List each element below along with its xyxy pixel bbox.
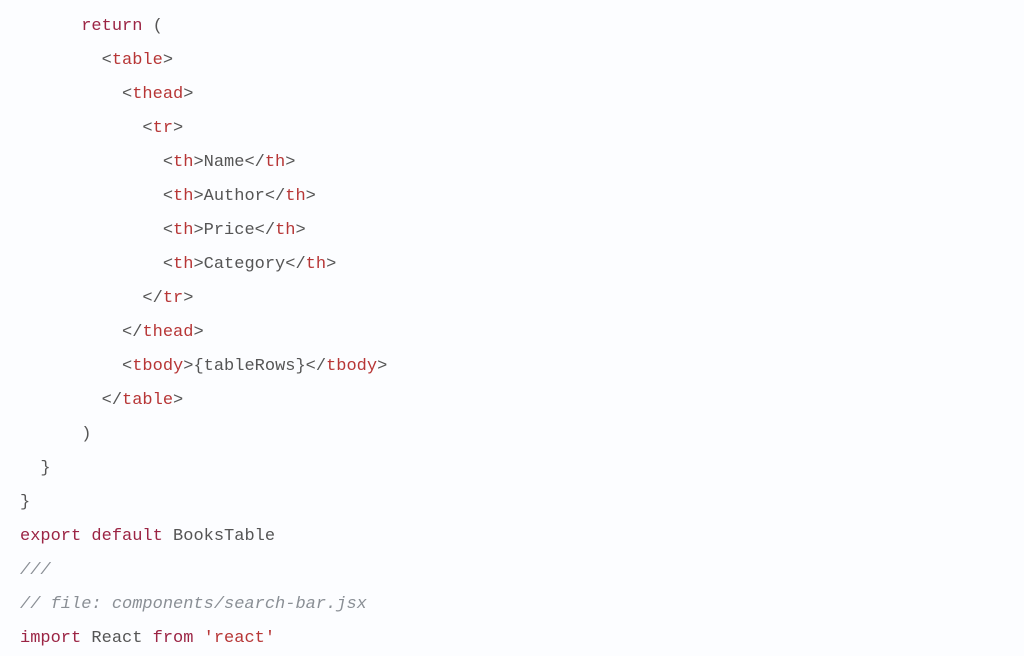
- token-punct: </: [265, 187, 285, 206]
- token-tag: thead: [142, 323, 193, 342]
- token-plain: }: [40, 459, 50, 478]
- token-punct: >: [183, 357, 193, 376]
- token-tag: table: [112, 51, 163, 70]
- token-plain: (: [142, 17, 162, 36]
- token-punct: >: [183, 289, 193, 308]
- token-kw: return: [81, 17, 142, 36]
- token-tag: tr: [163, 289, 183, 308]
- code-line: import React from 'react': [20, 622, 1004, 656]
- token-plain: Author: [204, 187, 265, 206]
- code-line: <th>Category</th>: [20, 248, 1004, 282]
- code-line: ): [20, 418, 1004, 452]
- code-line: }: [20, 486, 1004, 520]
- token-tag: th: [275, 221, 295, 240]
- token-punct: >: [326, 255, 336, 274]
- token-plain: ): [81, 425, 91, 444]
- token-tag: th: [173, 221, 193, 240]
- token-punct: >: [306, 187, 316, 206]
- code-line: </thead>: [20, 316, 1004, 350]
- code-line: </tr>: [20, 282, 1004, 316]
- token-punct: >: [183, 85, 193, 104]
- token-plain: Price: [204, 221, 255, 240]
- token-punct: <: [163, 221, 173, 240]
- token-punct: </: [142, 289, 162, 308]
- token-tag: th: [173, 187, 193, 206]
- token-punct: </: [244, 153, 264, 172]
- token-punct: <: [122, 357, 132, 376]
- token-punct: >: [193, 153, 203, 172]
- token-kw: import: [20, 629, 81, 648]
- token-punct: </: [306, 357, 326, 376]
- token-punct: >: [163, 51, 173, 70]
- token-tag: table: [122, 391, 173, 410]
- token-punct: >: [193, 187, 203, 206]
- token-tag: thead: [132, 85, 183, 104]
- token-punct: </: [122, 323, 142, 342]
- code-line: <thead>: [20, 78, 1004, 112]
- token-plain: }: [20, 493, 30, 512]
- token-punct: >: [295, 221, 305, 240]
- token-punct: <: [163, 153, 173, 172]
- token-punct: <: [122, 85, 132, 104]
- code-line: // file: components/search-bar.jsx: [20, 588, 1004, 622]
- code-line: <th>Name</th>: [20, 146, 1004, 180]
- token-punct: <: [163, 255, 173, 274]
- token-punct: >: [193, 255, 203, 274]
- token-jsexpr: {tableRows}: [193, 357, 305, 376]
- token-punct: >: [193, 323, 203, 342]
- token-plain: Category: [204, 255, 286, 274]
- code-line: <tbody>{tableRows}</tbody>: [20, 350, 1004, 384]
- token-punct: >: [285, 153, 295, 172]
- token-tag: tr: [153, 119, 173, 138]
- token-tag: th: [285, 187, 305, 206]
- code-line: <tr>: [20, 112, 1004, 146]
- token-punct: >: [173, 391, 183, 410]
- token-tag: th: [265, 153, 285, 172]
- token-ident: BooksTable: [173, 527, 275, 546]
- token-kw: default: [91, 527, 162, 546]
- code-line: <th>Author</th>: [20, 180, 1004, 214]
- token-punct: >: [377, 357, 387, 376]
- token-kw: export: [20, 527, 81, 546]
- token-plain: [163, 527, 173, 546]
- token-tag: th: [306, 255, 326, 274]
- code-line: <table>: [20, 44, 1004, 78]
- token-comment: // file: components/search-bar.jsx: [20, 595, 367, 614]
- code-line: </table>: [20, 384, 1004, 418]
- code-line: return (: [20, 10, 1004, 44]
- token-punct: </: [255, 221, 275, 240]
- token-plain: [193, 629, 203, 648]
- token-punct: </: [285, 255, 305, 274]
- token-plain: [142, 629, 152, 648]
- token-punct: </: [102, 391, 122, 410]
- token-ident: React: [91, 629, 142, 648]
- token-plain: [81, 527, 91, 546]
- token-tag: tbody: [326, 357, 377, 376]
- token-tag: tbody: [132, 357, 183, 376]
- token-plain: [81, 629, 91, 648]
- token-kw: from: [153, 629, 194, 648]
- code-line: }: [20, 452, 1004, 486]
- token-punct: <: [142, 119, 152, 138]
- token-str: 'react': [204, 629, 275, 648]
- token-punct: <: [163, 187, 173, 206]
- token-punct: >: [173, 119, 183, 138]
- code-block: return ( <table> <thead> <tr> <th>Name</…: [20, 10, 1004, 656]
- token-punct: >: [193, 221, 203, 240]
- token-plain: Name: [204, 153, 245, 172]
- token-tag: th: [173, 255, 193, 274]
- token-comment: ///: [20, 561, 51, 580]
- token-punct: <: [102, 51, 112, 70]
- token-tag: th: [173, 153, 193, 172]
- code-line: ///: [20, 554, 1004, 588]
- code-line: <th>Price</th>: [20, 214, 1004, 248]
- code-line: export default BooksTable: [20, 520, 1004, 554]
